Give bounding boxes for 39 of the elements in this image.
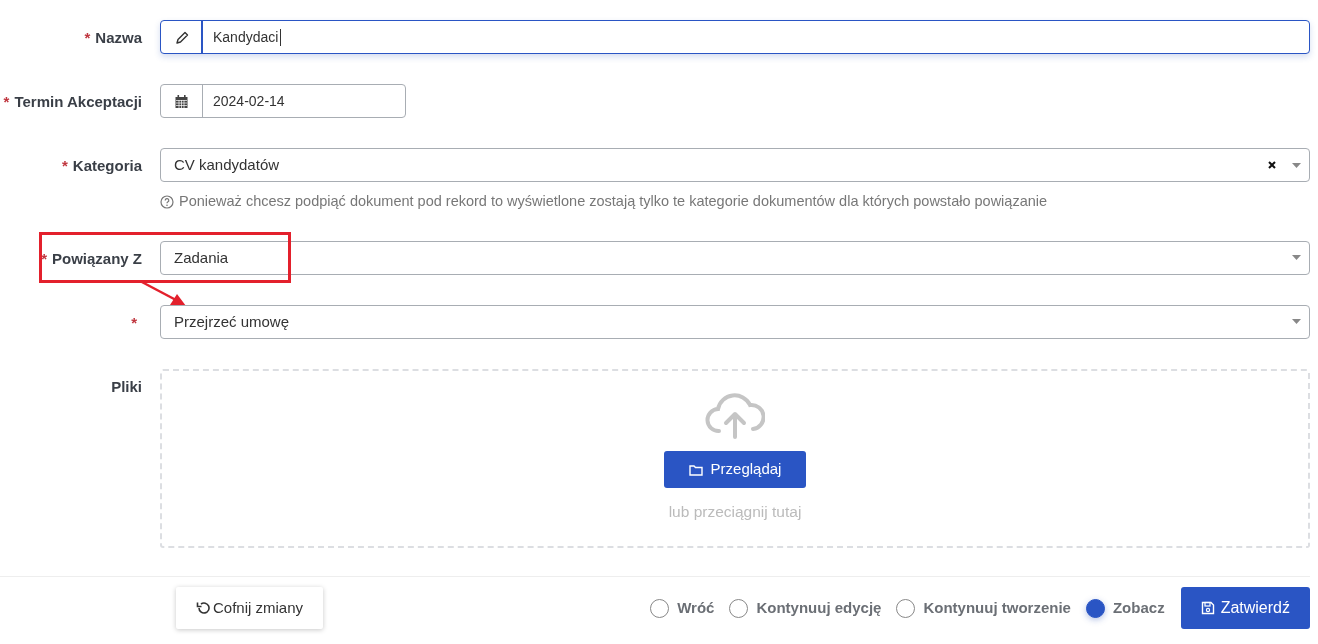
required-asterisk: * [41, 249, 47, 267]
help-text: Ponieważ chcesz podpiąć dokument pod rekord to wyświetlone zostają tylko te kategorie dokumentów dla których powstało powiązanie [179, 192, 1048, 211]
radio-option[interactable]: Wróć [650, 596, 715, 620]
text-field[interactable]: Kandydaci [160, 20, 1310, 54]
radio-label: Zobacz [1112, 597, 1165, 618]
field-label: Termin Akceptacji [14, 93, 142, 110]
radio-option[interactable]: Kontynuuj edycję [729, 596, 882, 620]
browse-button[interactable]: Przeglądaj [663, 451, 807, 488]
required-asterisk: * [3, 93, 10, 110]
pencil-icon [173, 29, 189, 45]
cloud-upload-icon [705, 393, 765, 440]
undo-icon [196, 601, 210, 615]
help-icon [160, 194, 174, 209]
field-label: Nazwa [95, 29, 142, 46]
calendar-icon [174, 93, 189, 109]
select-field[interactable]: Przejrzeć umowę [160, 304, 1310, 339]
submit-button[interactable]: Zatwierdź [1180, 587, 1310, 629]
reset-button[interactable]: Cofnij zmiany [176, 586, 324, 630]
required-asterisk: * [84, 29, 91, 46]
select-field[interactable]: Zadania [160, 240, 1310, 275]
radio-button[interactable] [1085, 598, 1105, 618]
radio-label: Kontynuuj tworzenie [923, 597, 1071, 618]
date-field[interactable]: 2024-02-14 [160, 84, 406, 118]
radio-label: Wróć [677, 597, 715, 618]
save-icon [1200, 601, 1215, 615]
field-label: Powiązany Z [51, 249, 142, 267]
radio-label: Kontynuuj edycję [756, 597, 882, 618]
drop-hint: lub przeciągnij tutaj [668, 501, 802, 522]
select-field[interactable]: CV kandydatów [160, 148, 1310, 182]
required-asterisk: * [131, 313, 137, 331]
radio-option[interactable]: Kontynuuj tworzenie [896, 596, 1071, 620]
folder-icon [688, 463, 703, 476]
caret-icon [1292, 319, 1301, 325]
radio-option[interactable]: Zobacz [1085, 596, 1165, 620]
caret-icon [1292, 162, 1301, 168]
caret-icon [1292, 255, 1301, 261]
field-label: Kategoria [72, 157, 142, 174]
field-label: Pliki [111, 377, 142, 395]
required-asterisk: * [61, 157, 68, 174]
